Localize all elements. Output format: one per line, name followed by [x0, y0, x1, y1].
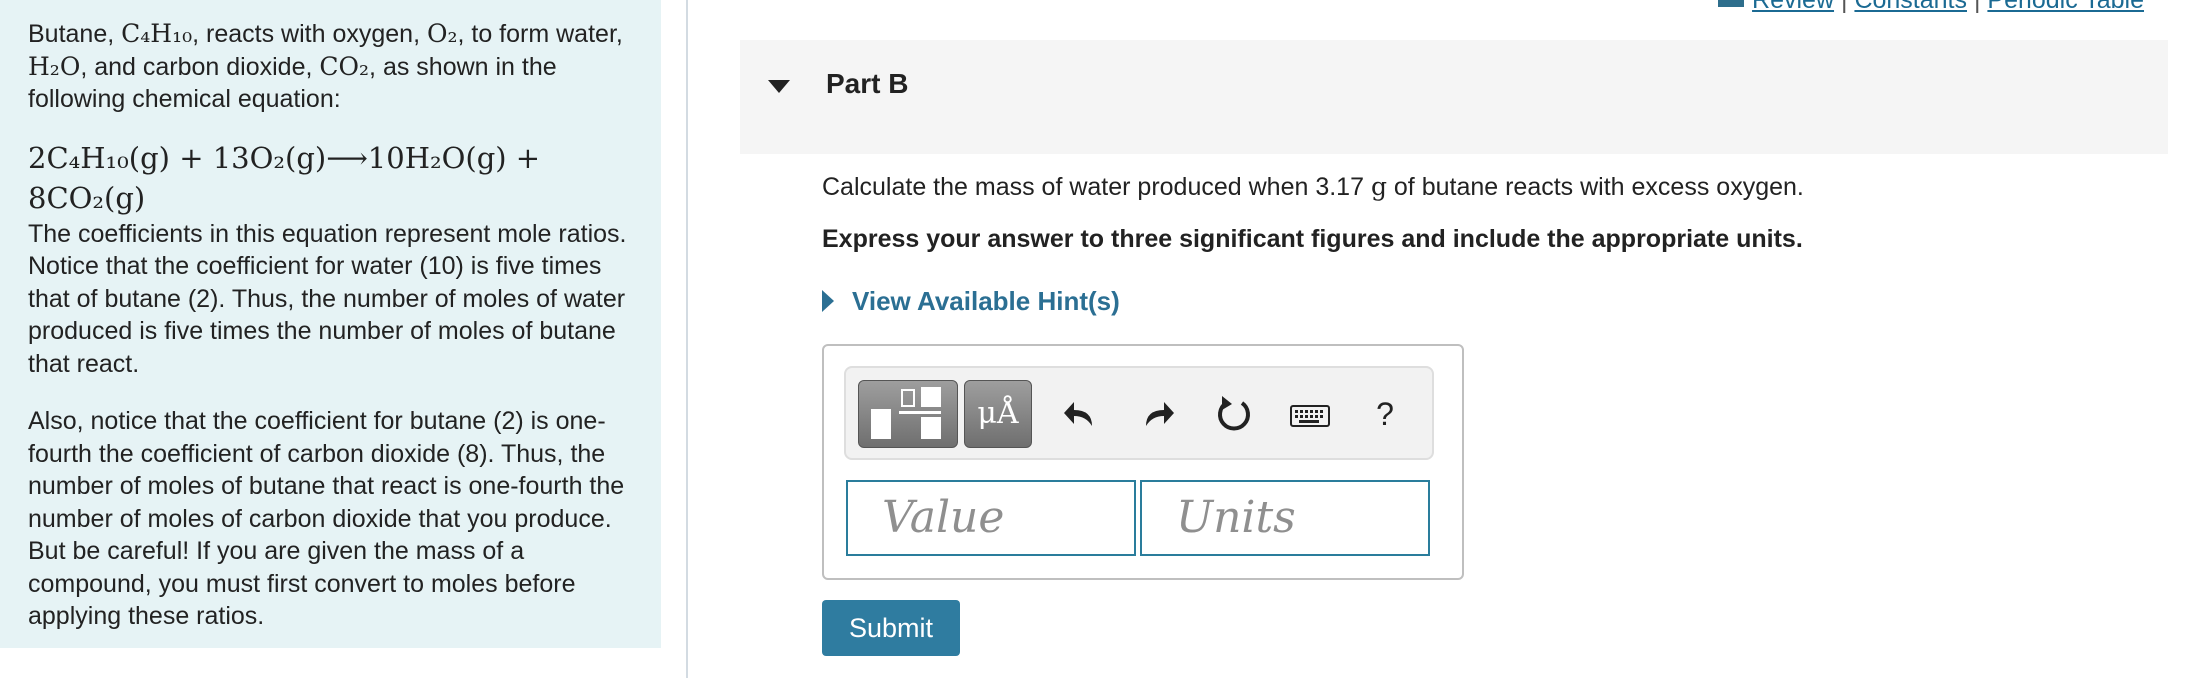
question-text: Calculate the mass of water produced whe…: [822, 172, 1804, 201]
intro-paragraph-3: Also, notice that the coefficient for bu…: [28, 407, 625, 533]
part-title: Part B: [826, 68, 909, 99]
periodic-table-link[interactable]: Periodic Table: [1987, 0, 2144, 14]
answer-instruction: Express your answer to three significant…: [822, 225, 1803, 253]
reset-icon[interactable]: [1214, 394, 1254, 434]
panel-divider: [686, 0, 688, 678]
collapse-caret-icon[interactable]: [768, 80, 790, 93]
intro-paragraph-2: The coefficients in this equation repres…: [28, 219, 627, 378]
butane-formula: C₄H₁₀: [121, 19, 193, 48]
units-button[interactable]: μÅ: [964, 380, 1032, 448]
co2-formula: CO₂: [319, 51, 370, 81]
redo-icon[interactable]: [1140, 394, 1176, 434]
template-box-icon: [901, 389, 915, 407]
intro-panel: Butane, C₄H₁₀, reacts with oxygen, O₂, t…: [0, 0, 661, 648]
chemical-equation: 2C₄H₁₀(g) + 13O₂(g)⟶10H₂O(g) + 8CO₂(g): [28, 140, 541, 215]
units-input[interactable]: Units: [1140, 480, 1430, 556]
hints-toggle[interactable]: View Available Hint(s): [822, 286, 1120, 317]
book-icon: [1718, 0, 1745, 8]
constants-link[interactable]: Constants: [1854, 0, 1967, 14]
oxygen-formula: O₂: [426, 19, 458, 48]
water-formula: H₂O: [28, 51, 81, 81]
undo-icon[interactable]: [1062, 394, 1098, 434]
review-link[interactable]: Review: [1752, 0, 1834, 14]
submit-button[interactable]: Submit: [822, 600, 960, 656]
help-button[interactable]: ?: [1370, 394, 1400, 434]
expand-triangle-icon: [822, 290, 834, 312]
template-block-icon: [921, 387, 941, 407]
fraction-bar-icon: [899, 411, 941, 414]
intro-paragraph-1: Butane, C₄H₁₀, reacts with oxygen, O₂, t…: [28, 19, 623, 113]
keyboard-icon[interactable]: [1290, 394, 1330, 434]
template-block-icon: [871, 409, 891, 439]
templates-button[interactable]: [858, 380, 958, 448]
value-input[interactable]: Value: [846, 480, 1136, 556]
gram-unit: g: [1370, 172, 1387, 201]
top-links: Review | Constants | Periodic Table: [1718, 0, 2144, 15]
intro-paragraph-4: But be careful! If you are given the mas…: [28, 537, 576, 630]
template-block-icon: [921, 417, 941, 439]
part-header[interactable]: [740, 40, 2168, 154]
